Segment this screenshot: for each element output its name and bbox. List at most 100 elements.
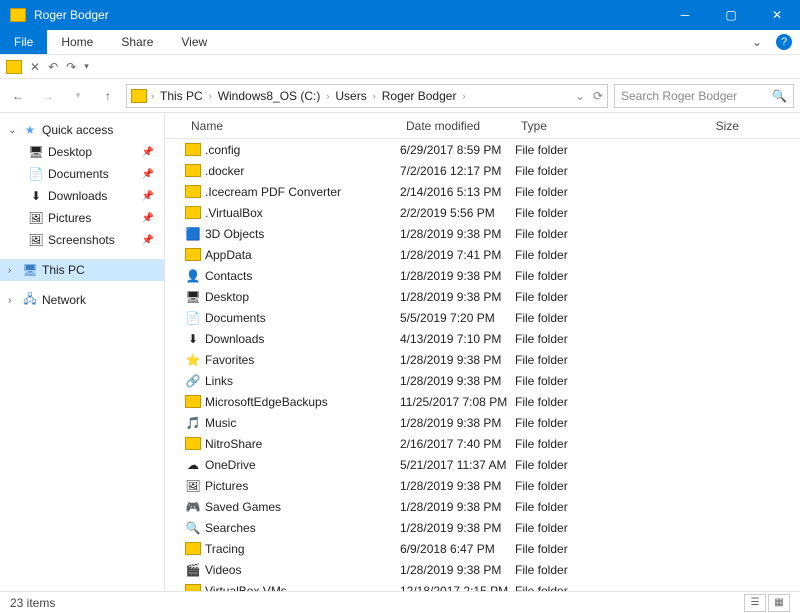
breadcrumb[interactable]: This PC <box>158 89 205 103</box>
file-row[interactable]: ⭐Favorites1/28/2019 9:38 PMFile folder <box>165 349 800 370</box>
help-button[interactable]: ? <box>776 34 792 50</box>
file-row[interactable]: .docker7/2/2016 12:17 PMFile folder <box>165 160 800 181</box>
file-date: 7/2/2016 12:17 PM <box>400 164 515 178</box>
pin-icon[interactable]: 📌 <box>142 169 154 180</box>
titlebar: Roger Bodger ─ ▢ ✕ <box>0 0 800 30</box>
sidebar-item-desktop[interactable]: 🖥Desktop📌 <box>0 141 164 163</box>
pin-icon[interactable]: 📌 <box>142 147 154 158</box>
chevron-right-icon[interactable]: › <box>209 91 212 101</box>
file-row[interactable]: 📄Documents5/5/2019 7:20 PMFile folder <box>165 307 800 328</box>
file-row[interactable]: 🟦3D Objects1/28/2019 9:38 PMFile folder <box>165 223 800 244</box>
search-icon: 🔍 <box>772 89 787 103</box>
up-button[interactable]: ↑ <box>96 84 120 108</box>
breadcrumb[interactable]: Users <box>333 89 368 103</box>
folder-icon: 🖼 <box>28 210 44 226</box>
file-row[interactable]: ☁OneDrive5/21/2017 11:37 AMFile folder <box>165 454 800 475</box>
maximize-button[interactable]: ▢ <box>708 0 754 30</box>
link-icon: 🔗 <box>185 373 201 389</box>
folder-icon: ⬇ <box>28 188 44 204</box>
contacts-icon: 👤 <box>185 268 201 284</box>
breadcrumb[interactable]: Windows8_OS (C:) <box>216 89 323 103</box>
sidebar-item-documents[interactable]: 📄Documents📌 <box>0 163 164 185</box>
pin-icon[interactable]: 📌 <box>142 213 154 224</box>
sidebar-item-quick-access[interactable]: ⌄ ★ Quick access <box>0 119 164 141</box>
chevron-right-icon[interactable]: › <box>462 91 465 101</box>
chevron-right-icon[interactable]: › <box>8 295 18 306</box>
file-row[interactable]: VirtualBox VMs12/18/2017 2:15 PMFile fol… <box>165 580 800 591</box>
file-name: VirtualBox VMs <box>205 584 287 592</box>
pin-icon[interactable]: 📌 <box>142 235 154 246</box>
forward-button[interactable]: → <box>36 84 60 108</box>
chevron-right-icon[interactable]: › <box>326 91 329 101</box>
file-row[interactable]: 🎬Videos1/28/2019 9:38 PMFile folder <box>165 559 800 580</box>
file-row[interactable]: AppData1/28/2019 7:41 PMFile folder <box>165 244 800 265</box>
undo-icon[interactable]: ↶ <box>48 60 58 74</box>
status-bar: 23 items ☰ ▦ <box>0 591 800 613</box>
file-row[interactable]: 🖥Desktop1/28/2019 9:38 PMFile folder <box>165 286 800 307</box>
qat-dropdown-icon[interactable]: ▾ <box>84 61 89 72</box>
file-row[interactable]: Tracing6/9/2018 6:47 PMFile folder <box>165 538 800 559</box>
tab-file[interactable]: File <box>0 30 47 54</box>
tab-home[interactable]: Home <box>47 31 107 53</box>
sidebar-item-screenshots[interactable]: 🖼Screenshots📌 <box>0 229 164 251</box>
sidebar-item-this-pc[interactable]: › 🖥 This PC <box>0 259 164 281</box>
file-row[interactable]: NitroShare2/16/2017 7:40 PMFile folder <box>165 433 800 454</box>
file-date: 1/28/2019 9:38 PM <box>400 290 515 304</box>
tab-view[interactable]: View <box>167 31 221 53</box>
search-input[interactable]: Search Roger Bodger 🔍 <box>614 84 794 108</box>
column-date[interactable]: Date modified <box>400 119 515 133</box>
recent-dropdown-icon[interactable]: ▾ <box>66 84 90 108</box>
file-row[interactable]: 🔗Links1/28/2019 9:38 PMFile folder <box>165 370 800 391</box>
column-size[interactable]: Size <box>645 119 745 133</box>
file-name: .VirtualBox <box>205 206 263 220</box>
pin-icon[interactable]: 📌 <box>142 191 154 202</box>
file-name: Favorites <box>205 353 254 367</box>
column-type[interactable]: Type <box>515 119 645 133</box>
minimize-button[interactable]: ─ <box>662 0 708 30</box>
file-date: 1/28/2019 7:41 PM <box>400 248 515 262</box>
file-row[interactable]: 🎮Saved Games1/28/2019 9:38 PMFile folder <box>165 496 800 517</box>
file-date: 1/28/2019 9:38 PM <box>400 374 515 388</box>
column-name[interactable]: Name <box>185 119 400 133</box>
chevron-right-icon[interactable]: › <box>8 265 18 276</box>
file-name: .Icecream PDF Converter <box>205 185 341 199</box>
chevron-right-icon[interactable]: › <box>373 91 376 101</box>
breadcrumb[interactable]: Roger Bodger <box>380 89 459 103</box>
file-row[interactable]: 🖼Pictures1/28/2019 9:38 PMFile folder <box>165 475 800 496</box>
file-row[interactable]: .VirtualBox2/2/2019 5:56 PMFile folder <box>165 202 800 223</box>
folder-icon: 🖥 <box>28 144 44 160</box>
details-view-button[interactable]: ☰ <box>744 594 766 612</box>
close-icon[interactable]: ✕ <box>30 60 40 74</box>
file-name: MicrosoftEdgeBackups <box>205 395 328 409</box>
file-date: 5/21/2017 11:37 AM <box>400 458 515 472</box>
tab-share[interactable]: Share <box>107 31 167 53</box>
sidebar-item-network[interactable]: › 🖧 Network <box>0 289 164 311</box>
address-bar[interactable]: › This PC › Windows8_OS (C:) › Users › R… <box>126 84 608 108</box>
file-type: File folder <box>515 374 645 388</box>
chevron-right-icon[interactable]: › <box>151 91 154 101</box>
navigation-pane: ⌄ ★ Quick access 🖥Desktop📌📄Documents📌⬇Do… <box>0 113 165 591</box>
back-button[interactable]: ← <box>6 84 30 108</box>
sidebar-item-downloads[interactable]: ⬇Downloads📌 <box>0 185 164 207</box>
file-type: File folder <box>515 521 645 535</box>
address-dropdown-icon[interactable]: ⌄ <box>575 89 585 103</box>
expand-ribbon-icon[interactable]: ⌄ <box>752 35 762 49</box>
file-row[interactable]: 🔍Searches1/28/2019 9:38 PMFile folder <box>165 517 800 538</box>
file-row[interactable]: MicrosoftEdgeBackups11/25/2017 7:08 PMFi… <box>165 391 800 412</box>
file-type: File folder <box>515 143 645 157</box>
file-name: NitroShare <box>205 437 262 451</box>
file-row[interactable]: 🎵Music1/28/2019 9:38 PMFile folder <box>165 412 800 433</box>
chevron-down-icon[interactable]: ⌄ <box>8 125 18 136</box>
close-button[interactable]: ✕ <box>754 0 800 30</box>
refresh-button[interactable]: ⟳ <box>593 89 603 103</box>
file-row[interactable]: .config6/29/2017 8:59 PMFile folder <box>165 139 800 160</box>
redo-icon[interactable]: ↷ <box>66 60 76 74</box>
file-name: .docker <box>205 164 244 178</box>
file-row[interactable]: ⬇Downloads4/13/2019 7:10 PMFile folder <box>165 328 800 349</box>
file-row[interactable]: 👤Contacts1/28/2019 9:38 PMFile folder <box>165 265 800 286</box>
sidebar-item-pictures[interactable]: 🖼Pictures📌 <box>0 207 164 229</box>
icons-view-button[interactable]: ▦ <box>768 594 790 612</box>
file-date: 11/25/2017 7:08 PM <box>400 395 515 409</box>
file-row[interactable]: .Icecream PDF Converter2/14/2016 5:13 PM… <box>165 181 800 202</box>
file-type: File folder <box>515 290 645 304</box>
